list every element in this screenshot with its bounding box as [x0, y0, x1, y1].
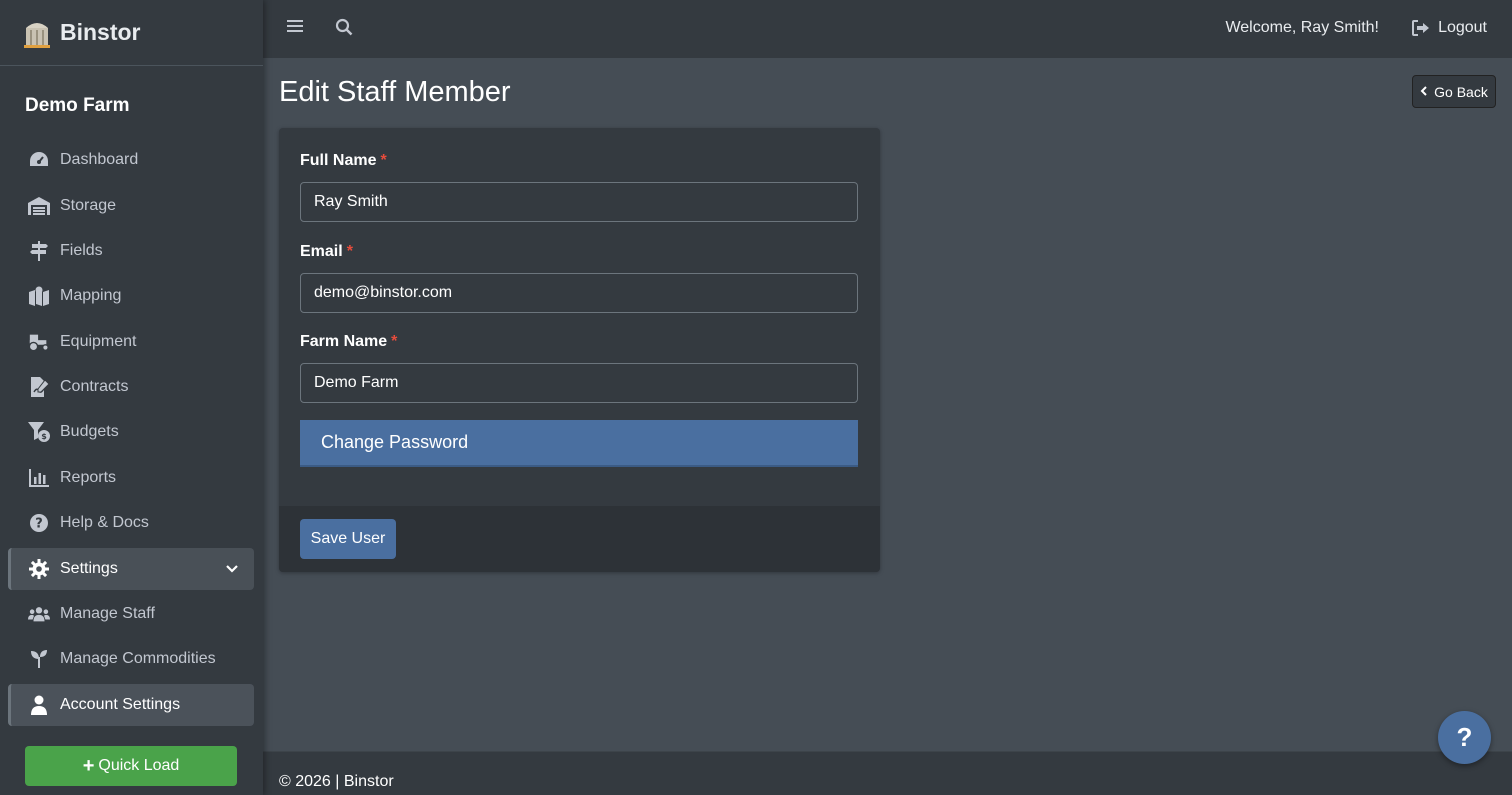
sidebar-item-equipment[interactable]: Equipment [8, 321, 254, 363]
brand[interactable]: Binstor [0, 0, 263, 66]
sidebar-item-help-docs[interactable]: ? Help & Docs [8, 502, 254, 544]
logout-label: Logout [1438, 19, 1487, 36]
sidebar-item-label: Manage Commodities [60, 650, 216, 667]
sidebar-item-label: Equipment [60, 333, 137, 350]
search-icon[interactable] [335, 18, 353, 41]
sidebar-item-budgets[interactable]: $ Budgets [8, 411, 254, 453]
farm-title: Demo Farm [25, 95, 130, 116]
go-back-label: Go Back [1434, 83, 1488, 100]
chart-icon [28, 467, 50, 489]
sidebar-item-settings[interactable]: Settings [8, 548, 254, 590]
email-label: Email * [300, 243, 353, 261]
seedling-icon [28, 648, 50, 670]
tractor-icon [28, 331, 50, 353]
dashboard-icon [28, 149, 50, 171]
sidebar: Binstor Demo Farm Dashboard Storage Fiel… [0, 0, 263, 795]
quick-load-label: Quick Load [98, 757, 180, 774]
required-marker: * [346, 243, 353, 260]
user-icon [28, 694, 50, 716]
page-title: Edit Staff Member [279, 76, 511, 108]
logout-link[interactable]: Logout [1412, 19, 1487, 37]
quick-load-button[interactable]: + Quick Load [25, 746, 237, 786]
hamburger-menu-icon[interactable] [287, 18, 303, 39]
go-back-button[interactable]: Go Back [1412, 75, 1496, 108]
question-icon: ? [28, 512, 50, 534]
sidebar-item-label: Manage Staff [60, 605, 155, 622]
required-marker: * [380, 152, 387, 169]
sidebar-item-label: Budgets [60, 423, 119, 440]
sidebar-item-storage[interactable]: Storage [8, 185, 254, 227]
sidebar-item-label: Account Settings [60, 696, 181, 713]
plus-icon: + [82, 754, 95, 777]
question-mark-icon: ? [1456, 722, 1473, 752]
email-label-text: Email [300, 243, 343, 260]
map-icon [28, 285, 50, 307]
sidebar-item-manage-staff[interactable]: Manage Staff [8, 593, 254, 635]
page-footer: © 2026 | Binstor [263, 751, 1512, 795]
sidebar-item-reports[interactable]: Reports [8, 457, 254, 499]
farm-name-label-text: Farm Name [300, 333, 388, 350]
contract-icon [28, 376, 50, 398]
svg-text:$: $ [41, 432, 47, 441]
sidebar-item-dashboard[interactable]: Dashboard [8, 139, 254, 181]
required-marker: * [391, 333, 398, 350]
gear-icon [28, 558, 50, 580]
edit-staff-form: Full Name* Email* Farm Name* Change Pass… [279, 128, 880, 572]
sidebar-item-label: Storage [60, 197, 117, 214]
users-icon [28, 603, 50, 625]
sidebar-item-manage-commodities[interactable]: Manage Commodities [8, 638, 254, 680]
sidebar-item-mapping[interactable]: Mapping [8, 275, 254, 317]
email-input[interactable] [300, 273, 858, 313]
brand-name: Binstor [60, 19, 141, 45]
sidebar-item-contracts[interactable]: Contracts [8, 366, 254, 408]
full-name-input[interactable] [300, 182, 858, 222]
sidebar-item-fields[interactable]: Fields [8, 230, 254, 272]
topbar: Welcome, Ray Smith! Logout [263, 0, 1512, 58]
full-name-label-text: Full Name [300, 152, 377, 169]
sign-out-icon [1412, 20, 1430, 36]
welcome-text: Welcome, Ray Smith! [1225, 19, 1379, 36]
svg-text:?: ? [35, 517, 43, 532]
change-password-toggle[interactable]: Change Password [300, 420, 858, 467]
full-name-label: Full Name * [300, 152, 387, 170]
signpost-icon [28, 240, 50, 262]
sidebar-item-account-settings[interactable]: Account Settings [8, 684, 254, 726]
chevron-left-icon [1420, 85, 1428, 99]
sidebar-item-label: Fields [60, 242, 103, 259]
sidebar-item-label: Mapping [60, 287, 122, 304]
sidebar-item-label: Help & Docs [60, 514, 149, 531]
farm-name-label: Farm Name * [300, 333, 397, 351]
warehouse-icon [28, 195, 50, 217]
sidebar-item-label: Reports [60, 469, 117, 486]
farm-name-input[interactable] [300, 363, 858, 403]
sidebar-item-label: Settings [60, 560, 118, 577]
sidebar-item-label: Contracts [60, 378, 129, 395]
chevron-down-icon [226, 561, 238, 579]
footer-copyright: © 2026 | Binstor [279, 773, 394, 790]
budget-icon: $ [28, 421, 50, 443]
sidebar-item-label: Dashboard [60, 151, 139, 168]
silo-logo-icon [24, 22, 50, 48]
save-user-button[interactable]: Save User [300, 519, 396, 559]
help-button[interactable]: ? [1438, 711, 1491, 764]
